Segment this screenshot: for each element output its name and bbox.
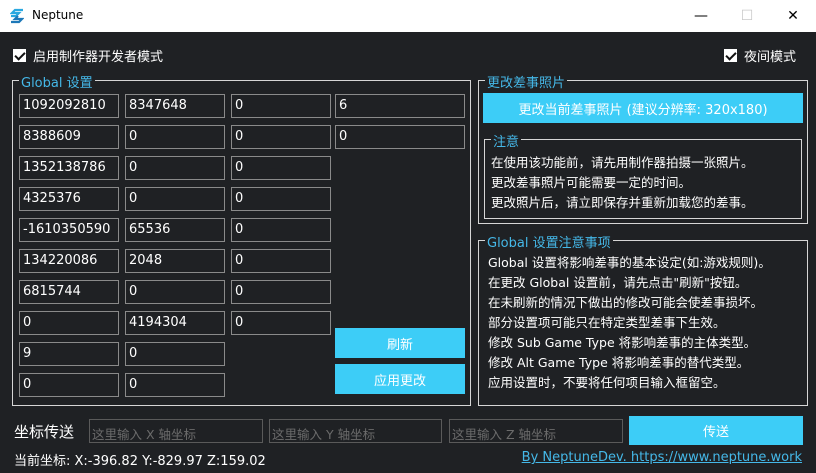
photo-notes-legend: 注意	[491, 131, 522, 150]
global-setting-input[interactable]: 0	[231, 94, 331, 118]
global-note-line: 部分设置项可能只在特定类型差事下生效。	[488, 315, 726, 330]
maximize-icon: ☐	[740, 8, 754, 24]
global-setting-input[interactable]: 4194304	[125, 311, 225, 335]
dev-mode-checkbox[interactable]: 启用制作器开发者模式	[13, 46, 163, 65]
checkbox-checked-icon[interactable]	[724, 49, 737, 62]
author-link[interactable]: By NeptuneDev. https://www.neptune.work	[522, 450, 802, 465]
global-setting-input[interactable]: -1610350590	[19, 218, 119, 242]
global-setting-input[interactable]: 0	[125, 342, 225, 366]
global-note-line: Global 设置将影响差事的基本设定(如:游戏规则)。	[488, 255, 771, 270]
global-setting-input[interactable]: 0	[231, 218, 331, 242]
global-setting-input[interactable]: 0	[125, 125, 225, 149]
global-note-line: 修改 Alt Game Type 将影响差事的替代类型。	[488, 355, 750, 370]
title-bar: Neptune — ☐ ✕	[0, 0, 816, 32]
mission-photo-legend: 更改差事照片	[485, 72, 568, 91]
maximize-button[interactable]: ☐	[724, 0, 770, 32]
global-setting-input[interactable]: 2048	[125, 249, 225, 273]
global-setting-input[interactable]: 0	[231, 311, 331, 335]
photo-note-line: 更改照片后，请立即保存并重新加载您的差事。	[491, 195, 754, 210]
global-setting-input[interactable]: 65536	[125, 218, 225, 242]
refresh-button[interactable]: 刷新	[335, 328, 465, 358]
global-setting-input[interactable]: 1352138786	[19, 156, 119, 180]
checkbox-checked-icon[interactable]	[13, 49, 26, 62]
global-setting-input[interactable]: 8388609	[19, 125, 119, 149]
global-setting-input[interactable]: 0	[125, 280, 225, 304]
global-setting-input[interactable]: 0	[231, 125, 331, 149]
close-button[interactable]: ✕	[770, 0, 816, 32]
night-mode-label: 夜间模式	[744, 50, 797, 65]
neptune-logo-icon	[10, 8, 24, 24]
global-note-line: 修改 Sub Game Type 将影响差事的主体类型。	[488, 335, 757, 350]
global-setting-input[interactable]: 0	[231, 187, 331, 211]
z-coordinate-input[interactable]: 这里输入 Z 轴坐标	[449, 419, 623, 443]
minimize-button[interactable]: —	[678, 0, 724, 32]
y-coordinate-input[interactable]: 这里输入 Y 轴坐标	[269, 419, 442, 443]
close-icon: ✕	[787, 8, 799, 24]
minimize-icon: —	[694, 8, 708, 24]
night-mode-checkbox[interactable]: 夜间模式	[724, 46, 796, 65]
global-setting-input[interactable]: 0	[125, 373, 225, 397]
current-coordinates: 当前坐标: X:-396.82 Y:-829.97 Z:159.02	[14, 454, 266, 469]
window-title: Neptune	[32, 8, 84, 22]
photo-note-line: 在使用该功能前，请先用制作器拍摄一张照片。	[491, 155, 754, 170]
global-setting-input[interactable]: 0	[231, 280, 331, 304]
global-setting-input[interactable]: 9	[19, 342, 119, 366]
global-setting-input[interactable]: 1092092810	[19, 94, 119, 118]
global-note-line: 在未刷新的情况下做出的修改可能会使差事损坏。	[488, 295, 764, 310]
global-note-line: 在更改 Global 设置前，请先点击"刷新"按钮。	[488, 275, 748, 290]
teleport-button[interactable]: 传送	[629, 416, 803, 445]
apply-changes-button[interactable]: 应用更改	[335, 364, 465, 394]
global-setting-input[interactable]: 6	[335, 94, 465, 118]
global-setting-input[interactable]: 6815744	[19, 280, 119, 304]
global-setting-input[interactable]: 0	[19, 311, 119, 335]
photo-note-line: 更改差事照片可能需要一定的时间。	[491, 175, 692, 190]
global-setting-input[interactable]: 0	[231, 249, 331, 273]
x-coordinate-input[interactable]: 这里输入 X 轴坐标	[89, 419, 263, 443]
teleport-label: 坐标传送	[14, 423, 75, 441]
global-settings-legend: Global 设置	[19, 72, 95, 91]
global-setting-input[interactable]: 0	[231, 156, 331, 180]
global-setting-input[interactable]: 8347648	[125, 94, 225, 118]
global-setting-input[interactable]: 0	[125, 156, 225, 180]
global-setting-input[interactable]: 4325376	[19, 187, 119, 211]
global-setting-input[interactable]: 134220086	[19, 249, 119, 273]
global-notes-legend: Global 设置注意事项	[485, 232, 613, 251]
change-photo-button[interactable]: 更改当前差事照片 (建议分辨率: 320x180)	[483, 93, 803, 123]
global-setting-input[interactable]: 0	[19, 373, 119, 397]
global-setting-input[interactable]: 0	[335, 125, 465, 149]
dev-mode-label: 启用制作器开发者模式	[33, 50, 164, 65]
global-setting-input[interactable]: 0	[125, 187, 225, 211]
global-note-line: 应用设置时，不要将任何项目输入框留空。	[488, 375, 726, 390]
